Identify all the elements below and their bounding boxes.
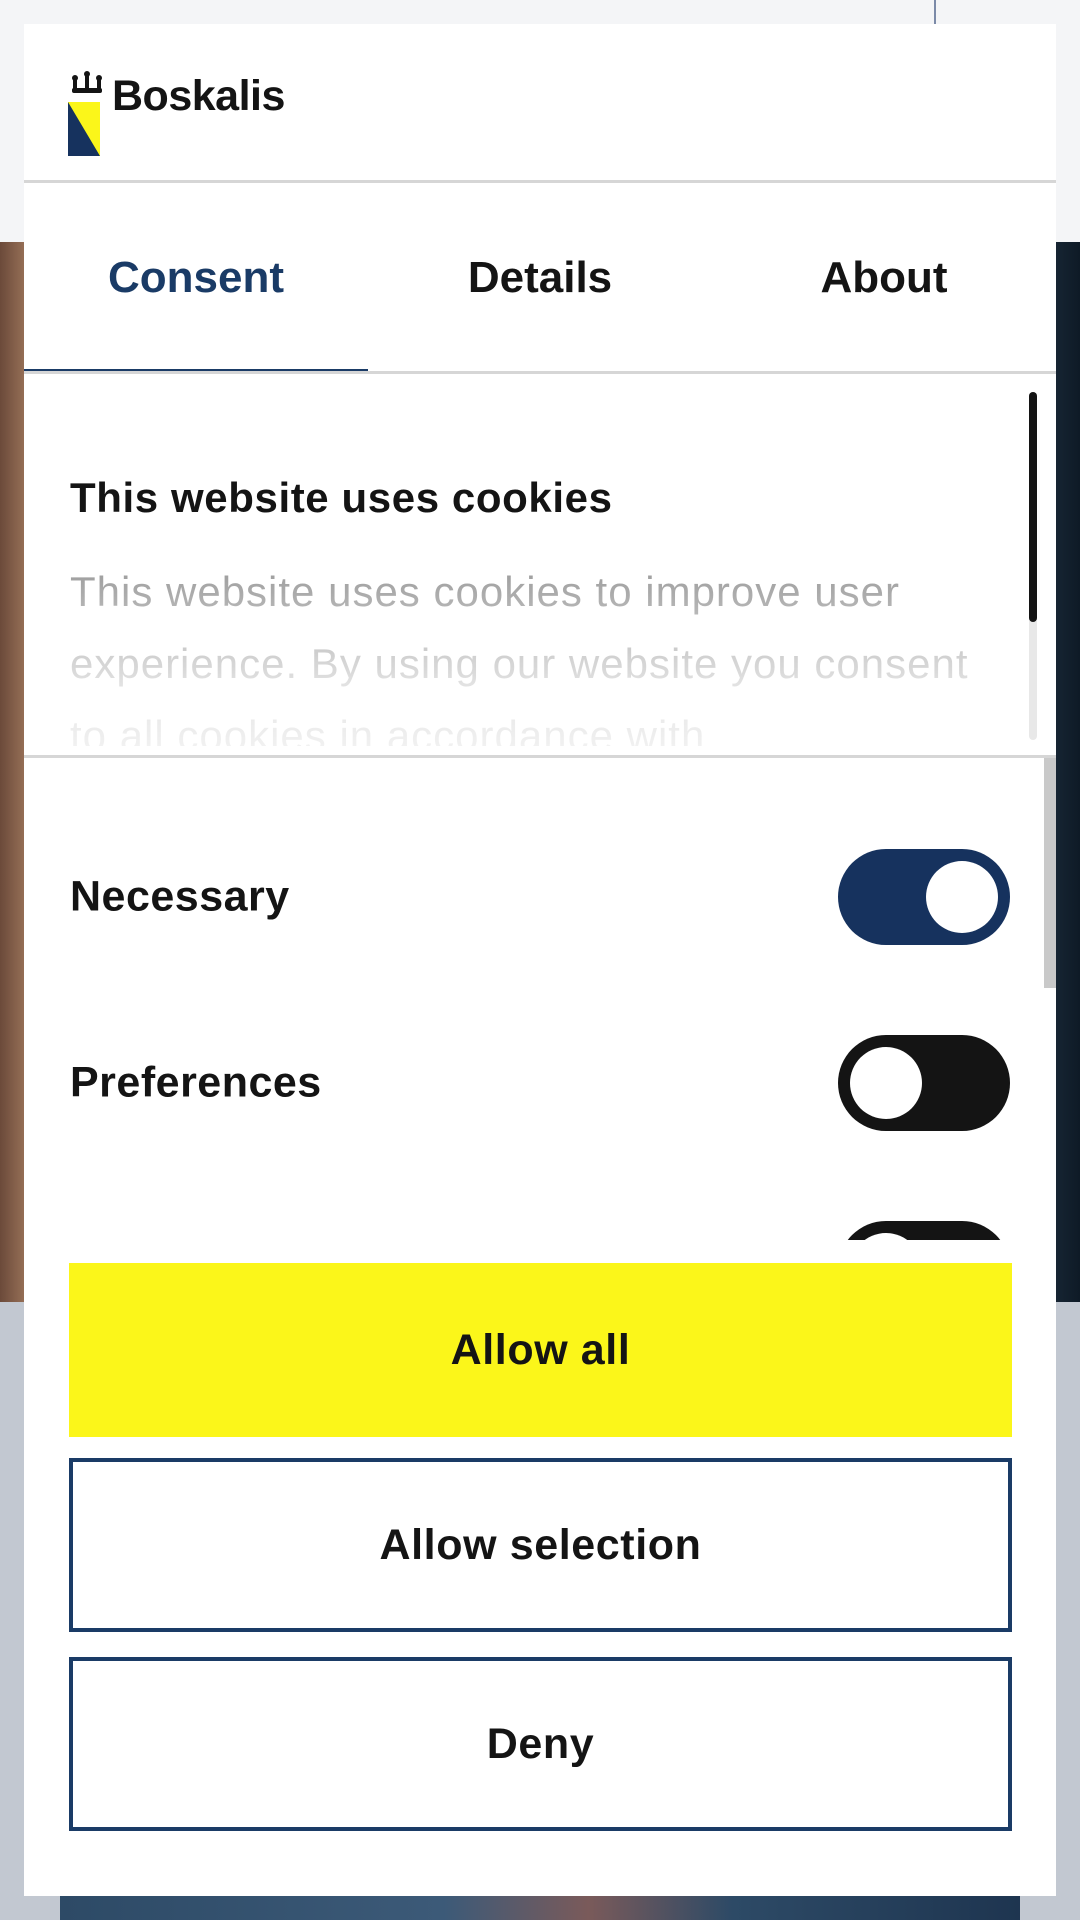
cookie-toggle-list: Necessary Preferences <box>24 758 1056 1240</box>
deny-button[interactable]: Deny <box>69 1657 1012 1831</box>
allow-selection-button[interactable]: Allow selection <box>69 1458 1012 1632</box>
toggle-knob-icon <box>850 1233 922 1240</box>
tab-bar: Consent Details About <box>24 183 1056 373</box>
toggle-row-preferences: Preferences <box>70 1035 1010 1131</box>
toggle-row-statistics <box>70 1221 1010 1240</box>
allow-all-button[interactable]: Allow all <box>69 1263 1012 1437</box>
consent-text: This website uses cookies to improve use… <box>70 568 969 746</box>
tab-consent[interactable]: Consent <box>24 183 368 373</box>
tab-details[interactable]: Details <box>368 183 712 373</box>
preferences-toggle[interactable] <box>838 1035 1010 1131</box>
toggle-label-necessary: Necessary <box>70 872 290 921</box>
toggle-label-preferences: Preferences <box>70 1058 322 1107</box>
consent-text-container: This website uses cookies to improve use… <box>70 556 1010 746</box>
tab-about[interactable]: About <box>712 183 1056 373</box>
third-toggle[interactable] <box>838 1221 1010 1240</box>
consent-title: This website uses cookies <box>70 474 613 521</box>
background-divider <box>934 0 936 24</box>
necessary-toggle[interactable] <box>838 849 1010 945</box>
toggle-knob-icon <box>850 1047 922 1119</box>
toggle-knob-icon <box>926 861 998 933</box>
cookie-consent-dialog: Boskalis Consent Details About This webs… <box>24 24 1056 1896</box>
brand-name: Boskalis <box>112 72 285 120</box>
consent-scrollbar-thumb[interactable] <box>1029 392 1037 622</box>
toggle-row-necessary: Necessary <box>70 849 1010 945</box>
tabs-divider <box>24 371 1056 374</box>
